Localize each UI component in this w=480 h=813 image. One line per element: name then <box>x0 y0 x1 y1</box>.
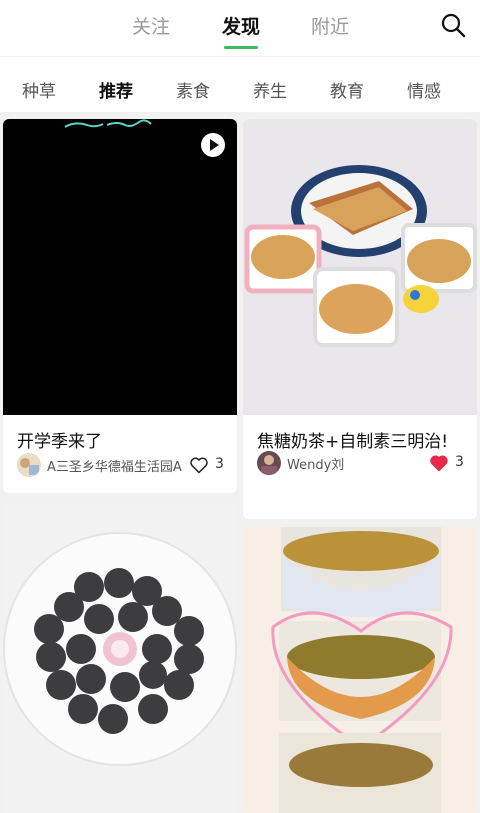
card-image-milk-tea[interactable] <box>243 119 477 415</box>
tab-discover[interactable]: 发现 <box>222 12 261 49</box>
category-emotion[interactable]: 情感 <box>407 77 441 102</box>
tab-following[interactable]: 关注 <box>132 12 170 39</box>
category-recommend[interactable]: 推荐 <box>99 77 133 102</box>
category-education[interactable]: 教育 <box>330 77 364 102</box>
card-meta: A三圣乡华德福生活园A 3 <box>17 453 224 477</box>
category-zhongcao[interactable]: 种草 <box>22 77 56 102</box>
card-image-noodle-soup[interactable] <box>243 527 477 813</box>
heart-icon[interactable] <box>429 453 449 473</box>
card-meta: Wendy刘 3 <box>257 451 464 475</box>
tab-discover-label: 发现 <box>222 16 261 38</box>
like-count: 3 <box>455 454 464 470</box>
category-vegetarian[interactable]: 素食 <box>176 77 210 102</box>
card-author[interactable]: Wendy刘 <box>287 454 344 473</box>
avatar[interactable] <box>257 451 281 475</box>
feed-card[interactable] <box>243 527 477 813</box>
card-video-thumbnail[interactable] <box>3 119 237 415</box>
heart-icon[interactable] <box>189 455 209 475</box>
tab-nearby[interactable]: 附近 <box>311 12 349 39</box>
category-health[interactable]: 养生 <box>253 77 287 102</box>
feed-card[interactable]: 开学季来了 A三圣乡华德福生活园A 3 <box>3 119 237 493</box>
feed-card[interactable] <box>3 503 237 813</box>
feed-card[interactable]: 焦糖奶茶+自制素三明治! Wendy刘 3 <box>243 119 477 519</box>
active-tab-indicator <box>224 46 259 49</box>
top-nav-bar: 关注 发现 附近 <box>0 0 480 56</box>
card-author[interactable]: A三圣乡华德福生活园A <box>47 456 182 475</box>
search-icon[interactable] <box>440 12 466 38</box>
card-image-sesame-balls[interactable] <box>3 503 237 813</box>
like-count: 3 <box>215 456 224 472</box>
card-title: 焦糖奶茶+自制素三明治! <box>257 432 449 452</box>
category-bar: 种草 推荐 素食 养生 教育 情感 <box>0 56 480 112</box>
card-title: 开学季来了 <box>17 432 102 452</box>
play-icon[interactable] <box>201 133 225 157</box>
avatar[interactable] <box>17 453 41 477</box>
